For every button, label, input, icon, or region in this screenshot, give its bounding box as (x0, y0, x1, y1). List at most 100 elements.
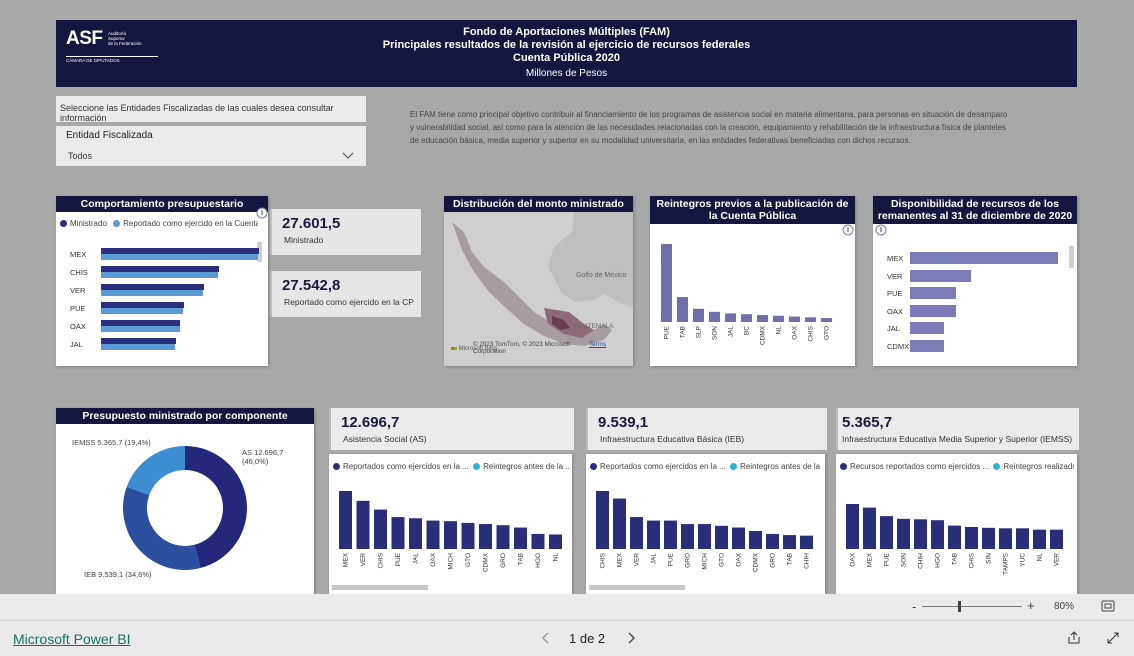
bar[interactable] (531, 533, 545, 549)
horizontal-scrollbar[interactable] (332, 585, 428, 590)
bar[interactable] (661, 244, 672, 322)
next-page-icon[interactable] (626, 632, 636, 644)
bar[interactable] (910, 339, 945, 352)
zoom-slider[interactable] (922, 606, 1022, 607)
bar[interactable] (783, 535, 796, 549)
bar[interactable] (514, 527, 527, 549)
bar[interactable] (1033, 529, 1046, 549)
bar[interactable] (789, 316, 800, 322)
entity-slicer[interactable]: Entidad Fiscalizada Todos (56, 126, 366, 166)
bar[interactable] (914, 519, 927, 549)
scrollbar[interactable] (1069, 246, 1074, 268)
bar[interactable] (356, 500, 370, 549)
zoom-slider-handle[interactable] (958, 601, 961, 612)
bar[interactable] (549, 534, 562, 550)
info-icon[interactable] (842, 224, 854, 236)
bar[interactable] (479, 524, 492, 549)
bar[interactable] (698, 524, 711, 549)
bar[interactable] (664, 520, 677, 549)
bar[interactable] (800, 535, 813, 549)
bar[interactable] (677, 297, 688, 322)
donut-slice-iemss[interactable] (126, 446, 185, 495)
bar[interactable] (910, 304, 956, 317)
bar[interactable] (461, 522, 475, 549)
bar[interactable] (897, 518, 910, 549)
bar[interactable] (374, 509, 387, 549)
bar[interactable] (982, 527, 995, 549)
chevron-down-icon[interactable] (342, 152, 354, 160)
bar[interactable] (741, 314, 752, 322)
category-label: GTO (719, 553, 726, 567)
kpi-label: Infraestructura Educativa Media Superior… (842, 434, 1073, 444)
category-label: OAX (736, 552, 743, 566)
chart-legend: Recursos reportados como ejercidos ... R… (840, 462, 1074, 471)
bar[interactable] (773, 315, 784, 322)
bar[interactable] (391, 517, 405, 549)
bar[interactable] (846, 504, 859, 549)
category-label: CDMX (483, 552, 490, 572)
bar[interactable] (880, 516, 893, 549)
bar[interactable] (101, 308, 183, 314)
bar[interactable] (630, 517, 643, 549)
bar[interactable] (444, 521, 457, 549)
bar[interactable] (757, 314, 768, 322)
info-icon[interactable] (256, 207, 268, 219)
bar[interactable] (1050, 529, 1063, 549)
category-label: JAL (70, 340, 83, 349)
bar[interactable] (426, 520, 440, 549)
category-label: CHIH (804, 553, 811, 569)
category-label: MICH (702, 553, 709, 570)
share-icon[interactable] (1067, 631, 1081, 645)
bar[interactable] (496, 525, 510, 549)
bar[interactable] (910, 252, 1058, 264)
bar[interactable] (596, 491, 609, 549)
bar[interactable] (101, 290, 203, 296)
bar[interactable] (101, 272, 218, 278)
category-label: SON (901, 553, 908, 567)
bar[interactable] (931, 520, 944, 549)
category-label: OAX (850, 552, 857, 566)
bar[interactable] (613, 498, 626, 549)
bar[interactable] (101, 326, 180, 332)
report-title: Fondo de Aportaciones Múltiples (FAM) Pr… (56, 26, 1077, 80)
bar[interactable] (948, 525, 961, 549)
card-title: Reintegros previos a la publicación de l… (650, 196, 855, 224)
bar[interactable] (805, 317, 816, 322)
bar[interactable] (965, 526, 978, 549)
bar[interactable] (999, 528, 1012, 549)
horizontal-scrollbar[interactable] (589, 585, 685, 590)
bar[interactable] (101, 344, 175, 350)
bar[interactable] (863, 507, 876, 549)
info-icon[interactable] (875, 224, 887, 236)
slicer-value[interactable]: Todos (68, 151, 92, 161)
map-terms-link[interactable]: Terms (589, 341, 606, 348)
zoom-in-button[interactable]: + (1027, 598, 1035, 613)
donut-slice-ieb[interactable] (122, 486, 201, 570)
fullscreen-icon[interactable] (1106, 631, 1120, 645)
bar[interactable] (647, 520, 660, 549)
bar[interactable] (715, 525, 728, 549)
zoom-out-button[interactable]: - (912, 599, 916, 614)
bar[interactable] (910, 322, 945, 334)
bar[interactable] (339, 491, 352, 549)
bar[interactable] (101, 254, 258, 260)
bar[interactable] (725, 313, 736, 322)
fit-page-icon[interactable] (1101, 600, 1115, 612)
bar[interactable] (766, 533, 779, 549)
category-label: CHIS (70, 268, 88, 277)
bar[interactable] (681, 524, 694, 549)
category-label: PUE (664, 325, 671, 339)
bar[interactable] (709, 311, 720, 322)
bar[interactable] (693, 308, 704, 322)
bar[interactable] (1016, 528, 1029, 549)
category-label: MICH (448, 553, 455, 570)
bar[interactable] (910, 269, 971, 282)
category-label: GRO (500, 553, 507, 568)
bar[interactable] (910, 287, 956, 299)
bar[interactable] (409, 518, 422, 549)
prev-page-icon[interactable] (541, 632, 551, 644)
bar[interactable] (732, 527, 745, 549)
bar[interactable] (749, 531, 762, 549)
powerbi-link[interactable]: Microsoft Power BI (13, 631, 130, 647)
bar[interactable] (821, 318, 832, 322)
